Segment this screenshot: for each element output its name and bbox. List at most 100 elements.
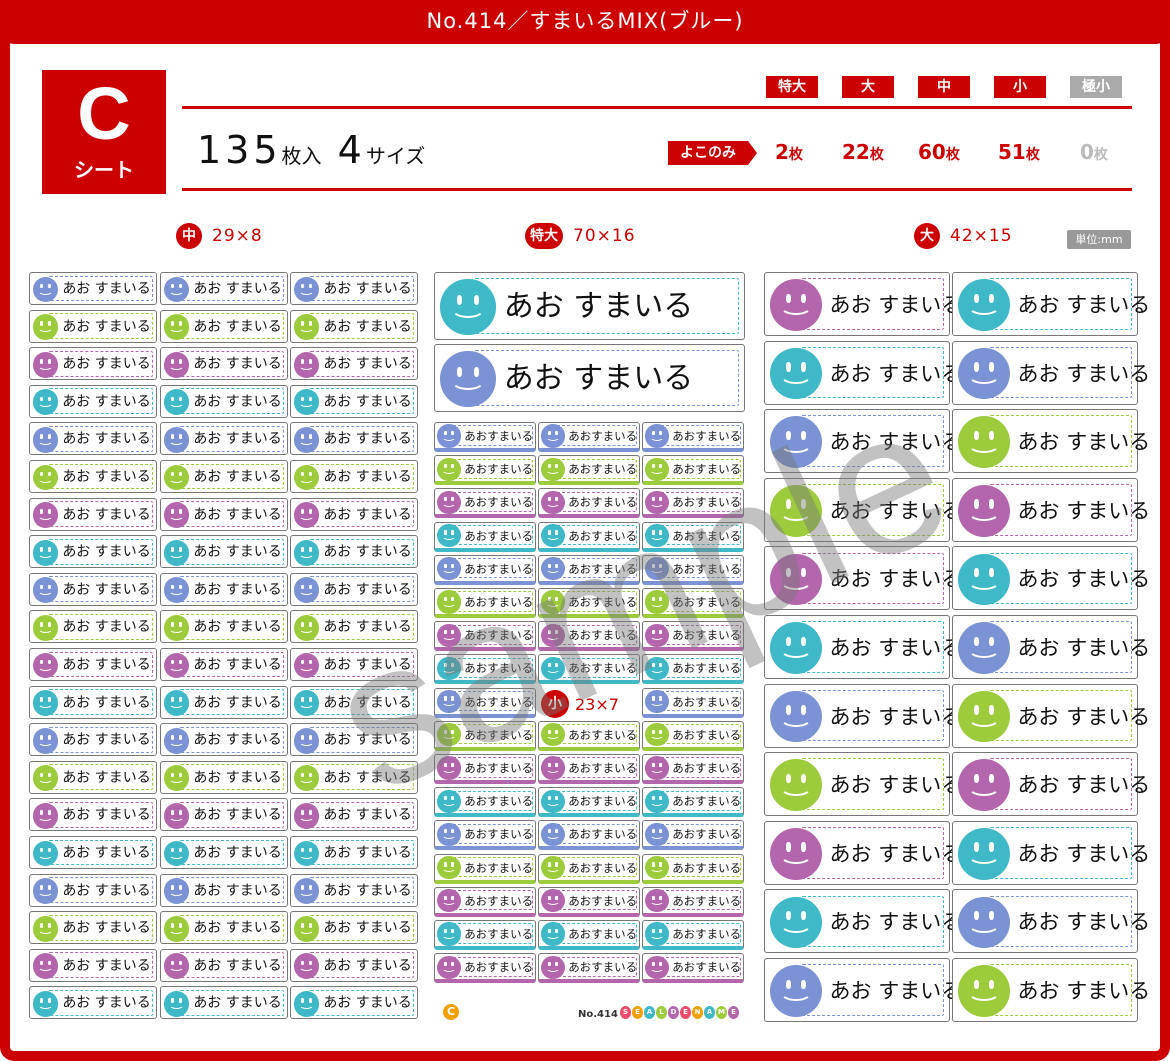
smiley-icon [645,689,669,714]
name-label: あお すまいる [29,347,157,381]
name-label: あお すまいる [160,798,288,832]
label-text: あお すまいる [193,469,282,485]
smiley-icon [437,922,461,946]
name-label: あお すまいる [952,272,1150,336]
smiley-icon [437,623,461,647]
name-label: あお すまいる [160,948,288,982]
size-badge: 大 [842,76,894,98]
label-text: あおすまいる [568,727,638,742]
smiley-icon [163,539,190,566]
smiley-icon [958,896,1010,949]
name-label: あおすまいる [538,521,640,552]
name-label: あおすまいる [642,654,744,685]
smiley-icon [645,457,669,481]
smiley-icon [163,690,190,716]
name-label: あお すまいる [160,422,288,456]
name-label: あお すまいる [290,760,418,794]
smiley-icon [163,878,190,904]
label-text: あお すまいる [193,393,282,410]
name-label: あお すまいる [952,820,1150,885]
label-text: あおすまいる [672,960,742,975]
name-label: あおすまいる [642,720,744,751]
label-text: あお すまいる [323,807,412,824]
name-label: あおすまいる [434,654,536,685]
smiley-icon [541,723,565,747]
section-dims: 70×16 [573,226,636,246]
name-label: あお すまいる [952,340,1150,405]
smiley-icon [437,656,461,680]
name-label: あおすまいる [434,554,536,585]
label-text: あお すまいる [193,807,282,824]
smiley-icon [645,723,669,747]
label-text: あおすまいる [464,495,534,510]
label-count: 135枚入 4サイズ [197,128,425,172]
name-label: あお すまいる [160,347,288,381]
label-text: あお すまいる [323,281,412,297]
section-dims: 23×7 [575,694,619,714]
smiley-icon [437,955,461,979]
name-label: あお すまいる [764,820,962,885]
name-label: あおすまいる [642,754,744,784]
name-label: あお すまいる [160,760,288,794]
name-label: あお すまいる [29,836,157,869]
smiley-icon [958,553,1010,606]
name-label: あおすまいる [538,422,640,452]
name-label: あお すまいる [764,409,962,474]
label-text: あお すまいる [193,957,282,974]
label-text: あおすまいる [464,927,534,941]
label-text: あお すまいる [323,431,412,448]
unit-label: 単位:mm [1067,230,1131,249]
label-text: あおすまいる [464,561,534,576]
section-badge: 大 [914,223,940,249]
label-text: あお すまいる [193,920,282,937]
label-text: あおすまいる [672,761,742,775]
smiley-icon [541,523,565,548]
name-label: あお すまいる [952,752,1150,817]
smiley-icon [440,351,496,407]
label-text: あお すまいる [62,995,151,1012]
smiley-icon [958,690,1010,743]
divider-top [182,106,1132,109]
name-label: あおすまいる [538,654,640,685]
label-text: あお すまいる [62,431,151,448]
name-label: あお すまいる [764,615,962,679]
smiley-icon [541,490,565,514]
name-label: あお すまいる [764,752,962,817]
section-medium-header: 中 29×8 [176,222,263,250]
label-text: あおすまいる [464,694,534,709]
smiley-icon [958,347,1010,400]
name-label: あおすまいる [538,820,640,851]
name-label: あおすまいる [538,920,640,950]
name-label: あお すまいる [290,460,418,493]
name-label: あお すまいる [160,572,288,606]
name-label: あお すまいる [764,546,962,611]
label-text: あお すまいる [62,469,151,485]
label-text: あおすまいる [464,429,534,443]
smiley-icon [437,689,461,714]
name-label: あお すまいる [160,648,288,681]
name-label: あお すまいる [29,610,157,644]
size-unit: サイズ [365,144,426,168]
size-count: 60枚 [918,140,960,164]
sheet-letter: C [77,72,131,155]
section-large-header: 大 42×15 [914,222,1013,250]
smiley-icon [163,727,190,754]
size-count: 51枚 [998,140,1040,164]
label-text: あお すまいる [829,293,963,317]
label-text: あお すまいる [323,694,412,711]
label-text: あお すまいる [1017,841,1151,866]
name-label: あお すまいる [290,911,418,945]
name-label: あおすまいる [538,886,640,917]
smiley-icon [645,889,669,913]
name-label: あお すまいる [29,272,157,305]
name-label: あおすまいる [434,521,536,552]
label-text: あお すまいる [1017,910,1151,935]
name-label: あおすまいる [642,953,744,984]
label-text: あおすまいる [672,827,742,842]
name-label: あお すまいる [160,497,288,531]
name-label: あお すまいる [764,683,962,748]
smiley-icon [541,922,565,946]
smiley-icon [163,803,190,829]
smiley-icon [770,484,822,537]
label-text: あおすまいる [672,661,742,676]
